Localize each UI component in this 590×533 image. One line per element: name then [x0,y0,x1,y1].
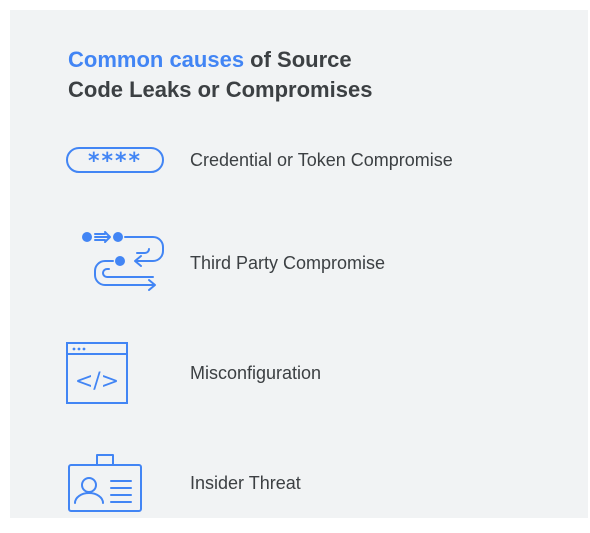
title-highlight: Common causes [68,47,245,72]
title-line2: Code Leaks or Compromises [68,77,373,102]
data-flow-arrows-icon [82,231,164,291]
page-title: Common causes of Source Code Leaks or Com… [68,45,488,105]
code-glyph: </> [75,369,119,394]
list-item-third-party: Third Party Compromise [10,223,588,303]
list-item-insider-threat: Insider Threat [10,443,588,523]
item-label: Third Party Compromise [190,253,386,273]
item-label: Misconfiguration [190,363,322,383]
password-asterisks-text: **** [88,149,142,174]
item-label: Insider Threat [190,473,301,493]
list-item-credential: **** Credential or Token Compromise [10,120,588,200]
info-card: Common causes of Source Code Leaks or Com… [10,10,588,518]
item-label: Credential or Token Compromise [190,150,453,170]
code-window-icon: </> [66,342,128,404]
list-item-misconfiguration: </> Misconfiguration [10,333,588,413]
title-rest: of Source [244,47,352,72]
password-asterisks-icon: **** [66,147,164,174]
id-badge-icon [68,454,142,512]
